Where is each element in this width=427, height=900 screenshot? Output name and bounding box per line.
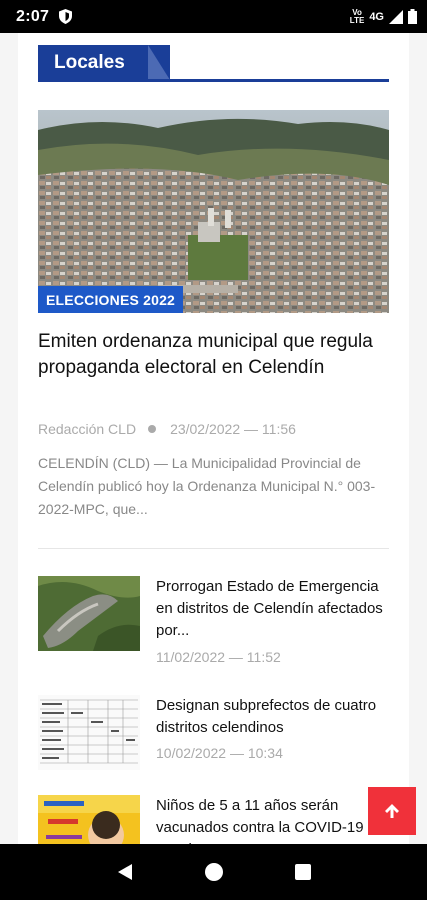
battery-icon: [408, 9, 417, 24]
recents-icon[interactable]: [294, 863, 312, 881]
section-header: Locales: [38, 45, 389, 83]
meta-separator: [148, 425, 157, 433]
list-item[interactable]: Niños de 5 a 11 años serán vacunados con…: [38, 795, 389, 844]
section-underline: [38, 79, 389, 82]
category-badge[interactable]: ELECCIONES 2022: [38, 286, 184, 313]
back-icon[interactable]: [115, 862, 135, 882]
volte-indicator: Vo LTE: [349, 7, 365, 25]
item-thumbnail[interactable]: [38, 695, 140, 770]
home-icon[interactable]: [204, 862, 224, 882]
section-tab-accent: [148, 45, 170, 80]
vaccination-poster-photo: [38, 795, 140, 844]
divider: [38, 548, 389, 549]
featured-image[interactable]: ELECCIONES 2022: [38, 110, 389, 313]
aerial-city-photo: [38, 110, 389, 313]
scroll-to-top-button[interactable]: [368, 787, 416, 835]
landslide-photo: [38, 576, 140, 651]
status-bar: 2:07 Vo LTE 4G: [0, 0, 427, 33]
item-title[interactable]: Designan subprefectos de cuatro distrito…: [156, 695, 396, 739]
shield-icon: [59, 9, 73, 24]
news-card: Locales ELECCIONES 2022 Emiten ordenanza…: [18, 33, 409, 844]
list-item[interactable]: Designan subprefectos de cuatro distrito…: [38, 695, 389, 775]
document-table-photo: [38, 695, 140, 770]
featured-excerpt: CELENDÍN (CLD) — La Municipalidad Provin…: [38, 455, 376, 517]
item-thumbnail[interactable]: [38, 795, 140, 844]
item-date: 10/02/2022 — 10:34: [156, 745, 283, 761]
item-thumbnail[interactable]: [38, 576, 140, 651]
featured-author[interactable]: Redacción CLD: [38, 421, 136, 437]
featured-meta: Redacción CLD 23/02/2022 — 11:56: [38, 421, 389, 437]
network-type: 4G: [369, 10, 384, 23]
item-date: 11/02/2022 — 11:52: [156, 649, 281, 665]
signal-icon: [389, 9, 403, 24]
status-indicators: Vo LTE 4G: [349, 7, 417, 25]
system-navigation-bar: [0, 844, 427, 900]
featured-title[interactable]: Emiten ordenanza municipal que regula pr…: [38, 329, 389, 381]
arrow-up-icon: [385, 804, 399, 818]
item-title[interactable]: Prorrogan Estado de Emergencia en distri…: [156, 576, 396, 642]
item-title[interactable]: Niños de 5 a 11 años serán vacunados con…: [156, 795, 396, 844]
list-item[interactable]: Prorrogan Estado de Emergencia en distri…: [38, 576, 389, 665]
featured-date: 23/02/2022 — 11:56: [170, 421, 296, 437]
status-time: 2:07: [16, 7, 50, 25]
